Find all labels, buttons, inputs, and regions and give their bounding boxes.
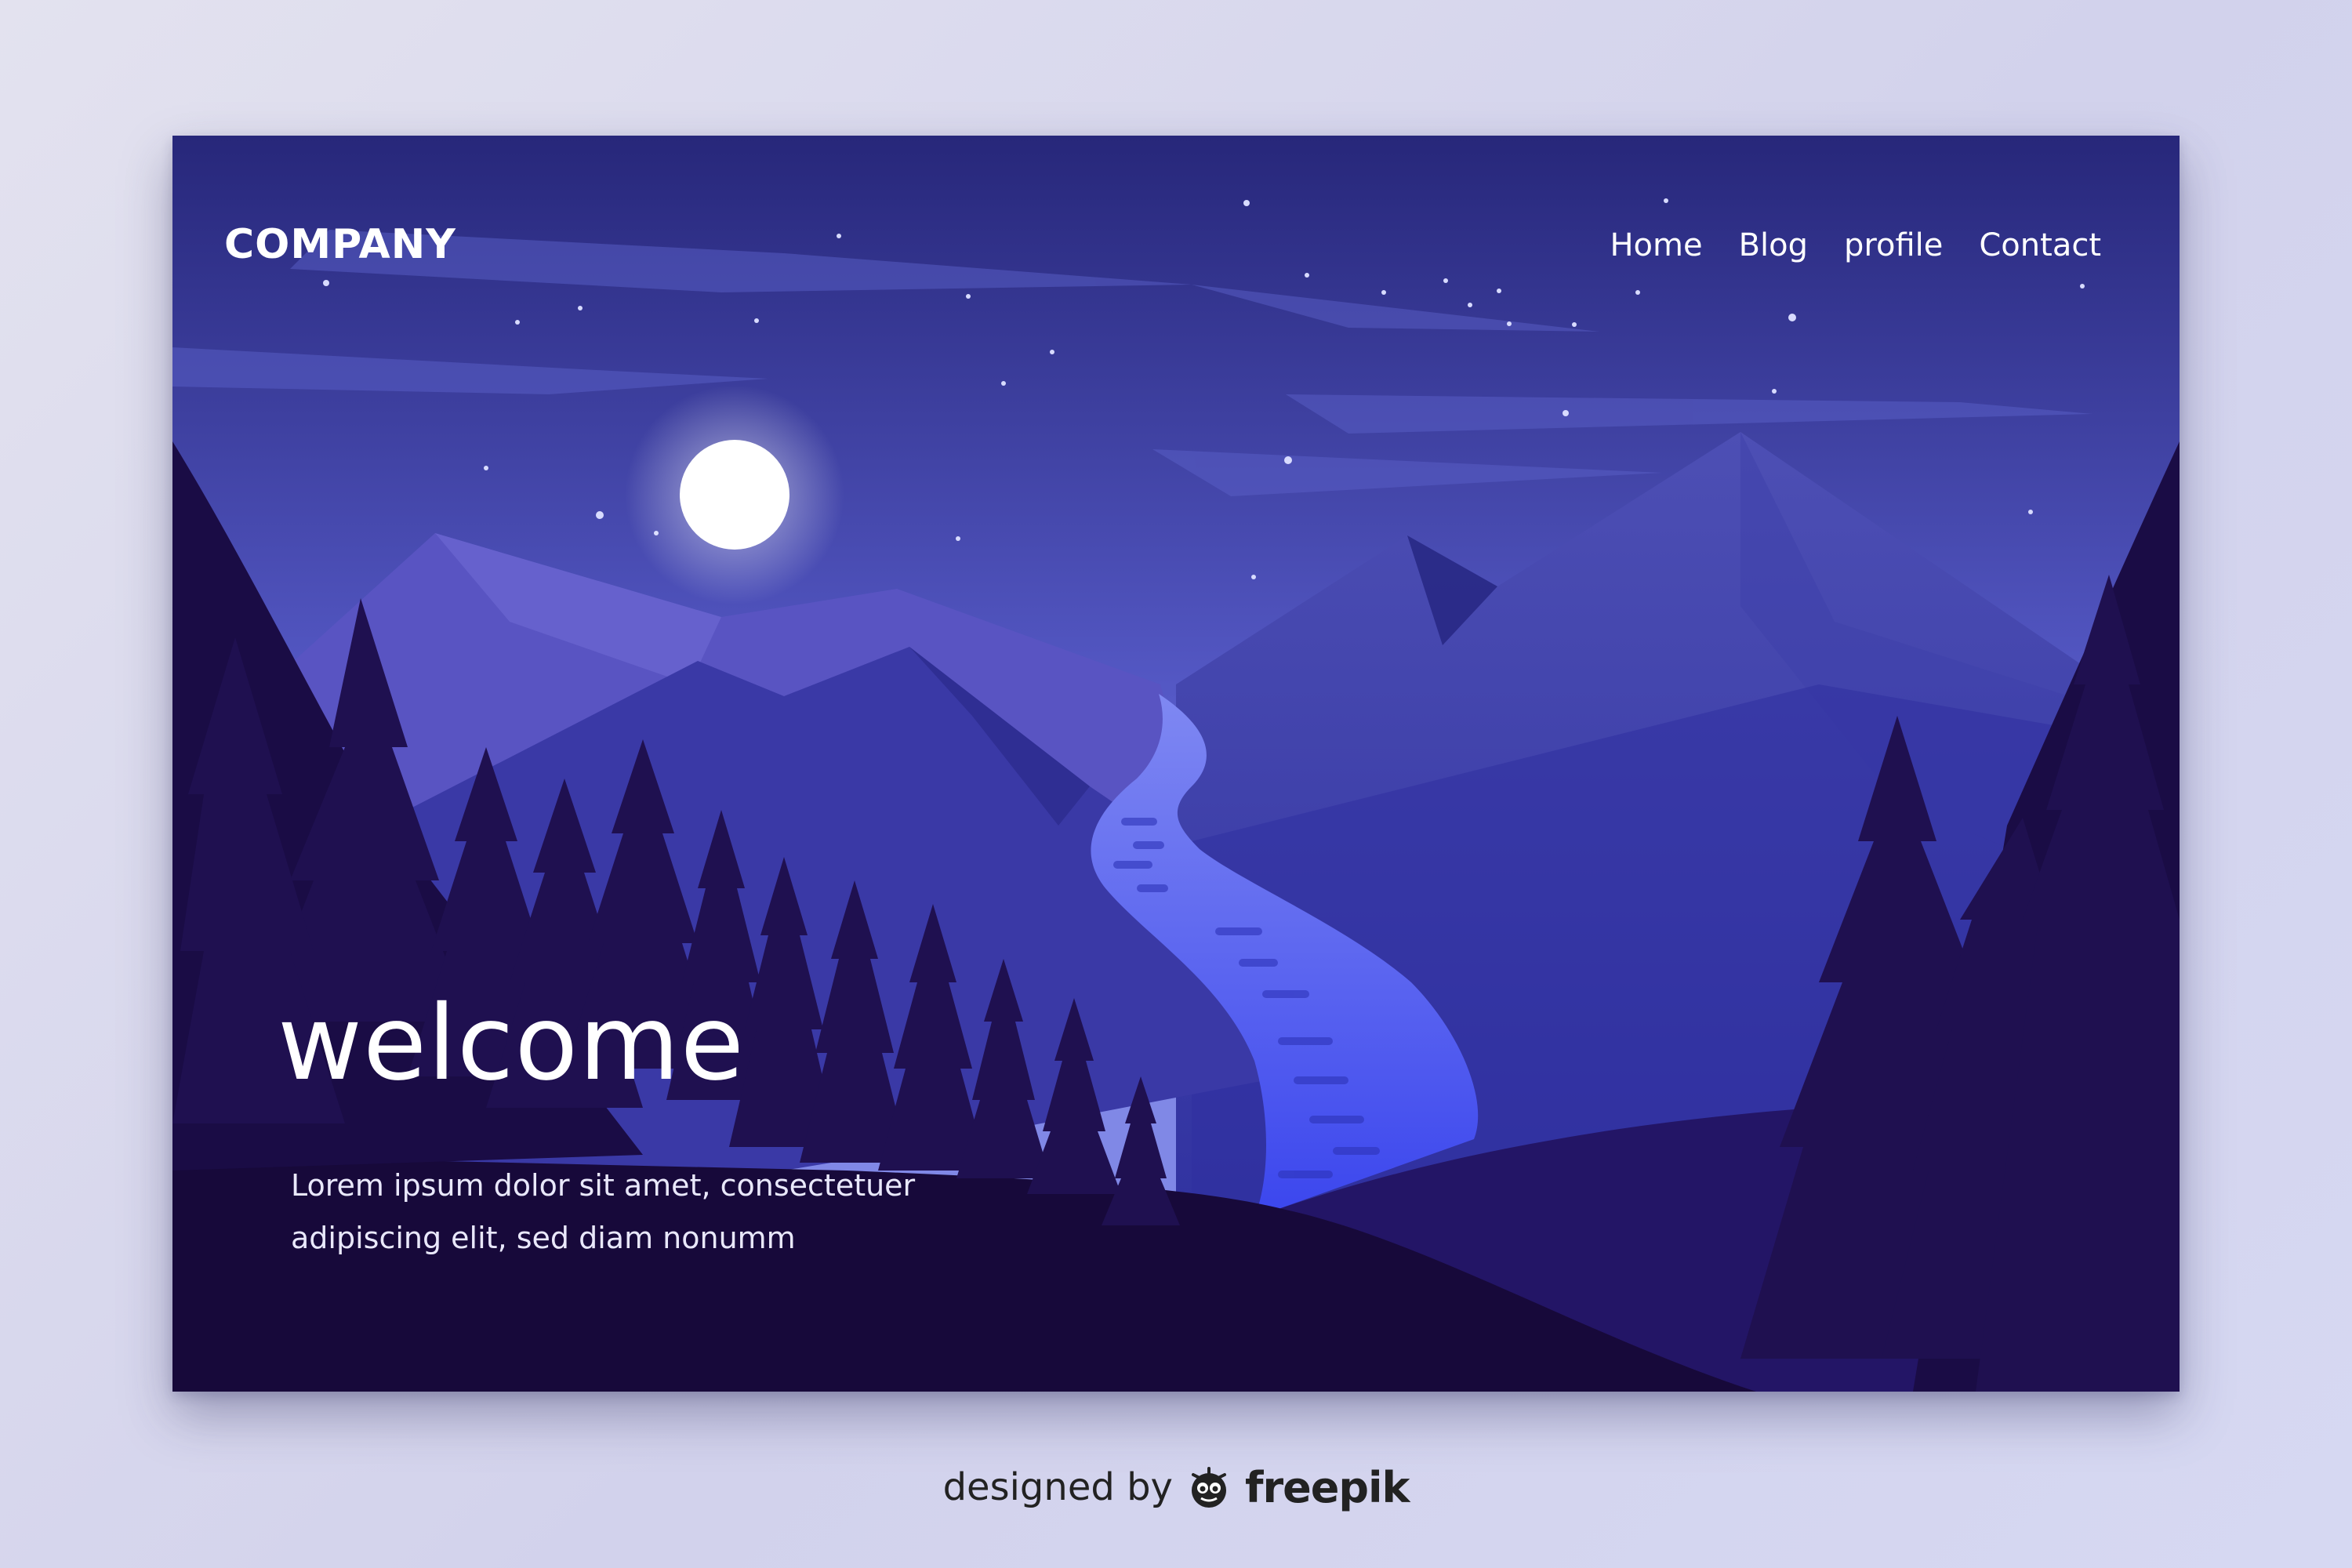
designer-credit: designed by freepik — [0, 1462, 2352, 1512]
nav-link-home[interactable]: Home — [1610, 230, 1702, 261]
nav-link-profile[interactable]: profile — [1844, 230, 1943, 261]
freepik-brand[interactable]: freepik — [1245, 1463, 1410, 1512]
freepik-logo-icon — [1191, 1467, 1226, 1508]
hero-description-line-2: adipiscing elit, sed diam nonumm — [291, 1221, 796, 1255]
main-nav: Home Blog profile Contact — [1610, 230, 2101, 261]
landing-page-card: COMPANY Home Blog profile Contact welcom… — [172, 136, 2180, 1392]
company-logo[interactable]: COMPANY — [224, 224, 456, 265]
moon — [680, 440, 789, 550]
hero-description-line-1: Lorem ipsum dolor sit amet, consectetuer — [291, 1168, 916, 1203]
nav-link-blog[interactable]: Blog — [1739, 230, 1808, 261]
hero-title: welcome — [278, 983, 745, 1104]
hero-description: Lorem ipsum dolor sit amet, consectetuer… — [291, 1160, 996, 1265]
credit-text: designed by — [942, 1465, 1173, 1509]
nav-link-contact[interactable]: Contact — [1979, 230, 2101, 261]
